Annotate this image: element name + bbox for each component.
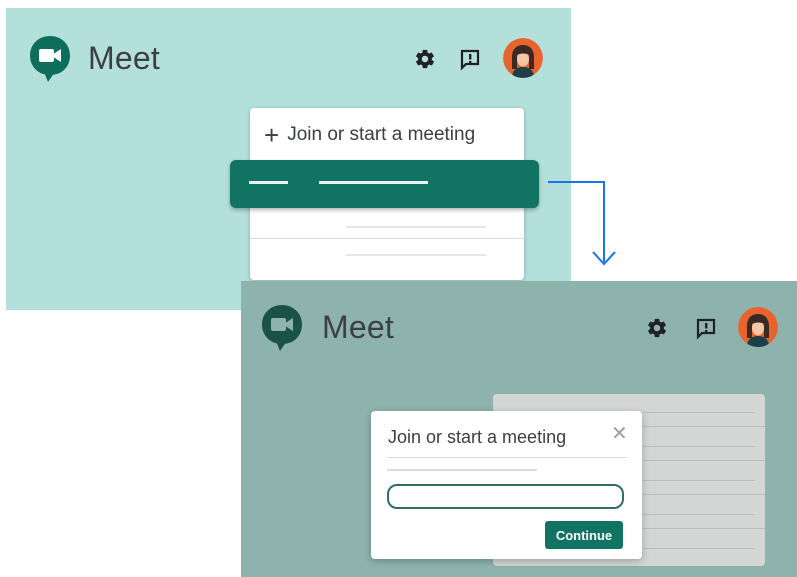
placeholder-line — [643, 548, 755, 549]
selected-menu-item[interactable] — [230, 160, 539, 208]
meeting-code-input[interactable] — [387, 484, 624, 509]
join-menu-label: Join or start a meeting — [287, 124, 476, 145]
placeholder-line — [643, 514, 755, 515]
avatar[interactable] — [738, 307, 778, 347]
dialog-title: Join or start a meeting — [388, 427, 567, 447]
placeholder-line — [346, 226, 486, 228]
placeholder-line — [346, 254, 486, 256]
placeholder-line — [643, 426, 765, 427]
plus-icon: + — [264, 120, 280, 150]
arrow-down-icon — [548, 181, 616, 266]
placeholder-line — [643, 494, 765, 495]
placeholder-line — [643, 480, 755, 481]
settings-icon[interactable] — [414, 48, 436, 70]
app-name: Meet — [322, 309, 394, 345]
menu-divider — [250, 238, 524, 239]
join-meeting-dialog: Join or start a meeting ✕ Continue — [371, 411, 642, 559]
placeholder-line — [643, 412, 755, 413]
feedback-icon[interactable] — [694, 316, 718, 340]
placeholder-line — [643, 528, 765, 529]
join-or-start-menu-item[interactable]: + Join or start a meeting — [264, 122, 475, 148]
continue-button[interactable]: Continue — [545, 521, 623, 549]
settings-icon[interactable] — [646, 317, 668, 339]
meet-logo-icon — [262, 305, 302, 351]
dialog-divider — [387, 457, 627, 458]
feedback-icon[interactable] — [458, 47, 482, 71]
placeholder-line — [249, 181, 288, 184]
placeholder-line — [319, 181, 428, 184]
meet-logo-icon — [30, 36, 70, 82]
close-icon[interactable]: ✕ — [611, 424, 628, 444]
app-name: Meet — [88, 40, 160, 76]
placeholder-line — [643, 446, 755, 447]
placeholder-line — [387, 469, 537, 471]
placeholder-line — [643, 460, 765, 461]
avatar[interactable] — [503, 38, 543, 78]
